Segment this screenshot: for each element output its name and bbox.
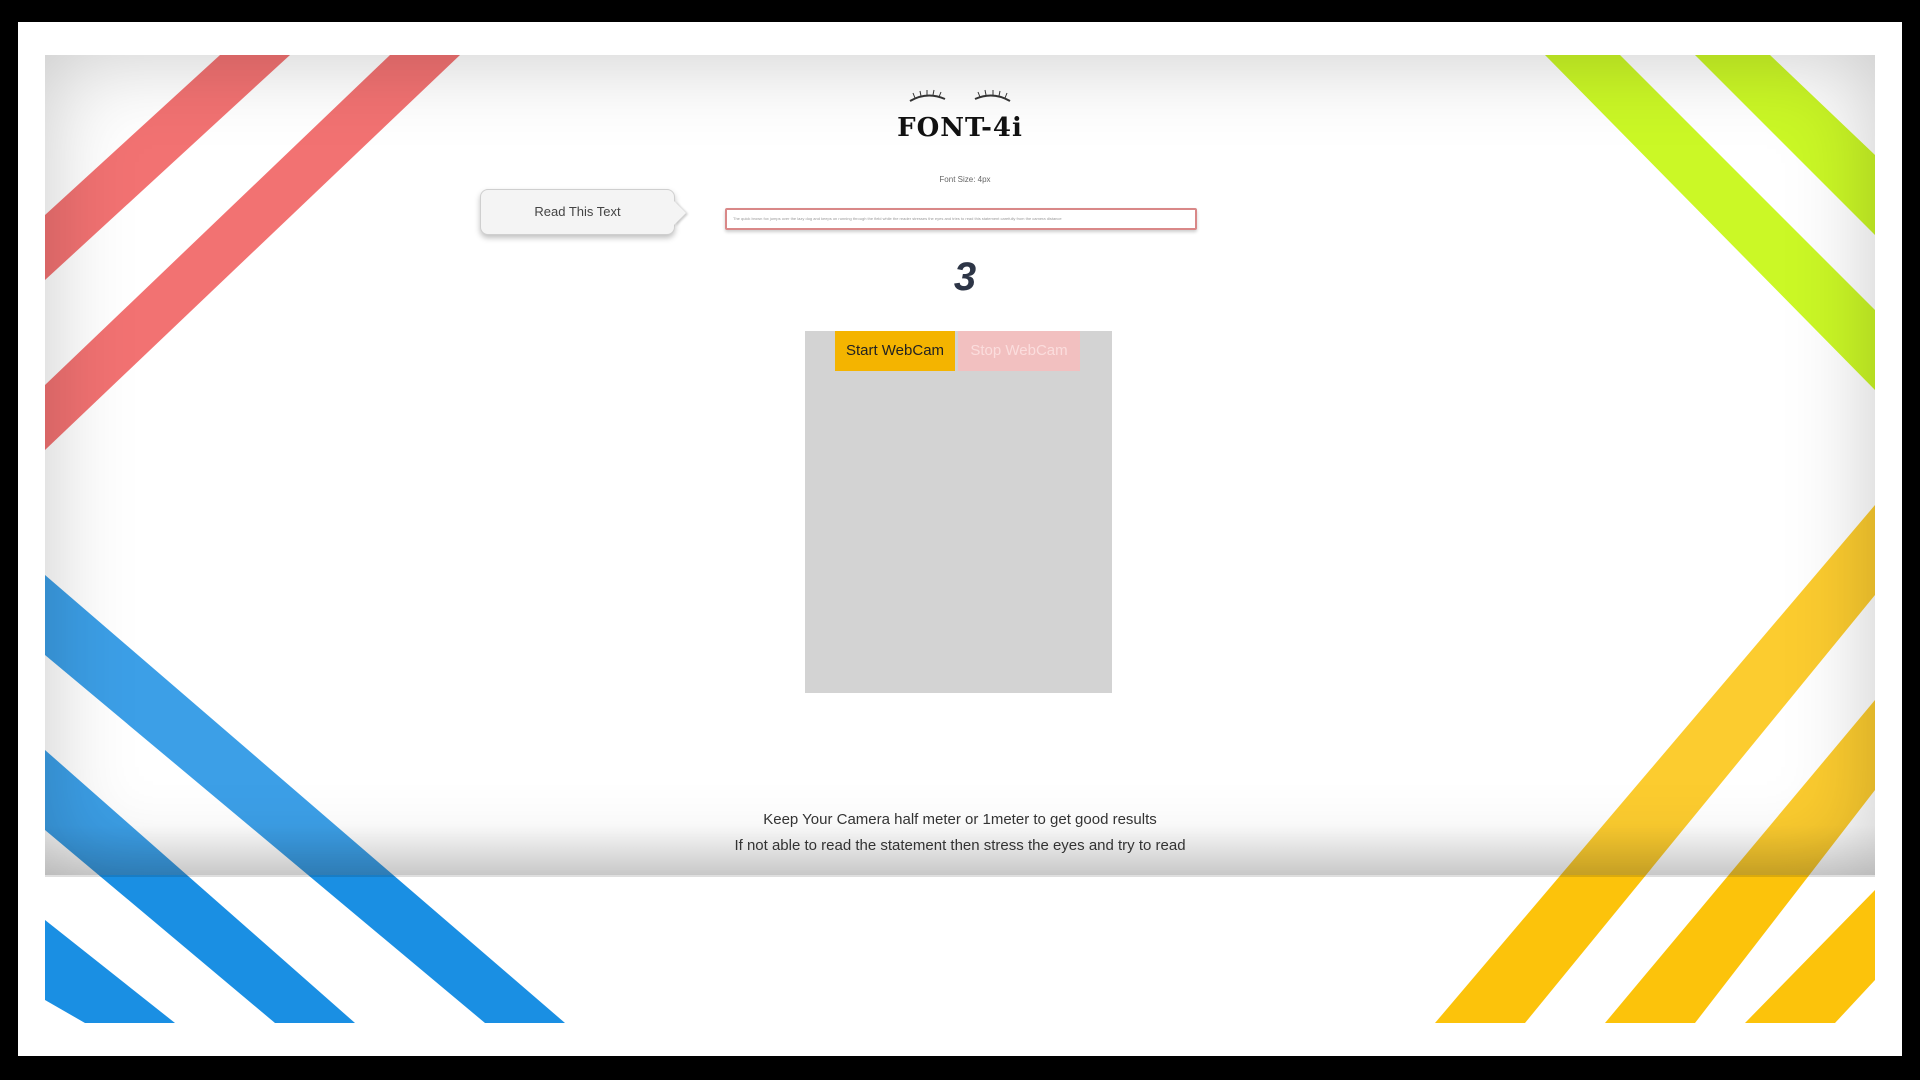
screenshot-frame: FONT-4i Font Size: 4px Read This Text Th… [18, 22, 1902, 1056]
start-webcam-button[interactable]: Start WebCam [835, 331, 955, 371]
reading-text-field[interactable]: The quick brown fox jumps over the lazy … [725, 208, 1197, 230]
webcam-preview: Start WebCam Stop WebCam [805, 331, 1112, 693]
font-size-label: Font Size: 4px [939, 175, 991, 184]
app-logo: FONT-4i [885, 87, 1035, 167]
stripe-blue-3 [45, 920, 175, 1023]
eyelashes-icon [909, 89, 1011, 102]
instructions: Keep Your Camera half meter or 1meter to… [585, 807, 1335, 859]
app-stage: FONT-4i Font Size: 4px Read This Text Th… [45, 55, 1875, 1023]
app-title: FONT-4i [897, 113, 1023, 143]
main-panel: FONT-4i Font Size: 4px Read This Text Th… [45, 55, 1875, 877]
countdown-number: 3 [953, 255, 977, 299]
read-this-text-button[interactable]: Read This Text [480, 189, 675, 235]
stop-webcam-button[interactable]: Stop WebCam [958, 331, 1080, 371]
instruction-line-1: Keep Your Camera half meter or 1meter to… [763, 811, 1157, 828]
instruction-line-2: If not able to read the statement then s… [734, 837, 1186, 854]
